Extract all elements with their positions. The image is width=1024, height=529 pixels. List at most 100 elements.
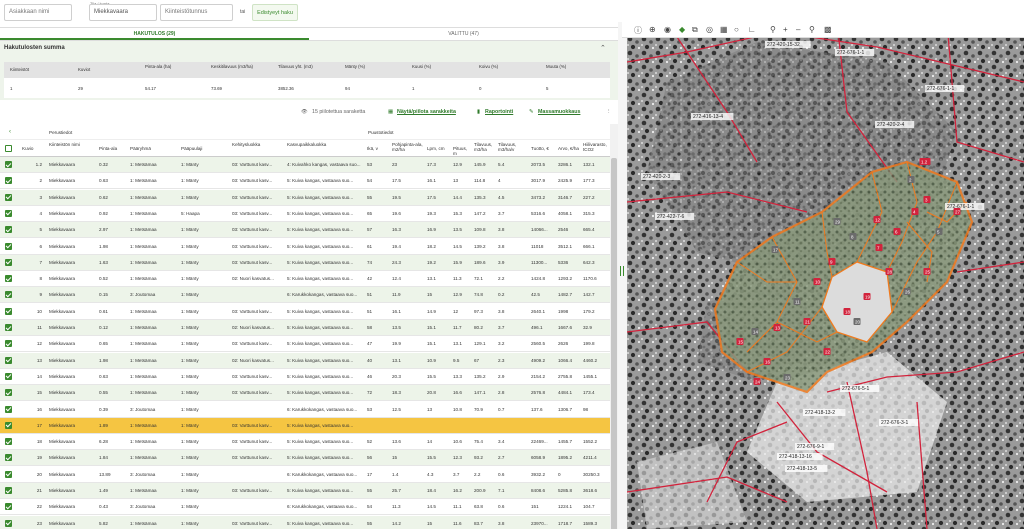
chevron-up-icon[interactable]: ⌃	[600, 44, 606, 52]
grid-scrollbar[interactable]	[610, 124, 618, 529]
column-header[interactable]: Tilavuus, m3/ha/v	[498, 142, 528, 152]
row-checkbox[interactable]	[5, 258, 12, 266]
reporting-link[interactable]: Raportointi	[485, 109, 513, 115]
parcel-label[interactable]: 272-416-13-4	[693, 114, 723, 120]
row-checkbox[interactable]	[5, 405, 12, 413]
row-checkbox[interactable]	[5, 193, 12, 201]
row-checkbox[interactable]	[5, 209, 12, 217]
info-icon[interactable]: ⓘ	[634, 25, 642, 36]
parcel-label[interactable]: 272-676-9-1	[797, 444, 824, 450]
parcel-label[interactable]: 272-418-13-16	[779, 454, 812, 460]
map-icon[interactable]: ▩	[824, 25, 832, 34]
row-checkbox[interactable]	[5, 307, 12, 315]
column-header[interactable]: Pohjapinta-ala, m2/ha	[392, 142, 424, 152]
table-row[interactable]: 7 Miekkavaara 1.63 1: Metsämaa 1: Mänty 03: V…	[0, 254, 610, 271]
table-row[interactable]: 19 Miekkavaara 1.84 1: Metsämaa 1: Mänty 03: …	[0, 450, 610, 467]
table-row[interactable]: 11 Miekkavaara 0.12 1: Metsämaa 1: Mänty 02: …	[0, 320, 610, 336]
column-header[interactable]: Arvo, €/ha	[558, 146, 581, 151]
customer-name-input[interactable]: Asiakkaan nimi	[4, 4, 72, 21]
tab-results[interactable]: HAKUTULOS (29)	[0, 28, 309, 40]
column-header[interactable]: Kehitysluokka	[232, 142, 284, 147]
locate-icon[interactable]: ⊕	[649, 25, 656, 34]
mass-edit-link[interactable]: Massamuokkaus	[538, 109, 580, 115]
table-row[interactable]: 6 Miekkavaara 1.98 1: Metsämaa 1: Mänty 03: V…	[0, 239, 610, 255]
table-row[interactable]: 14 Miekkavaara 0.63 1: Metsämaa 1: Mänty 03: …	[0, 369, 610, 385]
parcel-label[interactable]: 272-422-7-6	[657, 214, 684, 220]
row-checkbox[interactable]	[5, 340, 12, 348]
circle-icon[interactable]: ○	[734, 25, 739, 34]
table-row[interactable]: 16 Miekkavaara 0.39 3: Joutomaa 1: Mänty 6: K…	[0, 402, 610, 418]
row-checkbox[interactable]	[5, 487, 12, 494]
table-row[interactable]: 17 Miekkavaara 1.89 1: Metsämaa 1: Mänty 03: …	[0, 417, 610, 434]
parcel-label[interactable]: 272-418-13-5	[787, 466, 817, 472]
column-header[interactable]: Pinta-ala	[99, 146, 127, 151]
estate-input[interactable]: Miekkavaara	[89, 4, 157, 21]
table-row[interactable]: 15 Miekkavaara 0.55 1: Metsämaa 1: Mänty 03: …	[0, 385, 610, 402]
parcel-label[interactable]: 272-676-5-1	[842, 386, 869, 392]
select-all-checkbox[interactable]	[5, 145, 12, 152]
parcel-label[interactable]: 272-420-2-4	[877, 122, 904, 128]
map-canvas[interactable]: 272-420-15-32 272-676-1-1 272-676-1-1 272-4…	[627, 22, 1024, 529]
minus-icon[interactable]: –	[796, 25, 800, 34]
row-checkbox[interactable]	[5, 389, 12, 397]
parcel-label[interactable]: 272-676-3-1	[881, 420, 908, 426]
more-vertical-icon[interactable]: ⋮	[606, 109, 611, 115]
column-header[interactable]: Kiinteistön nimi	[49, 142, 97, 147]
layers-icon[interactable]: ◆	[679, 25, 685, 34]
table-row[interactable]: 2 Miekkavaara 0.63 1: Metsämaa 1: Mänty 03: V…	[0, 173, 610, 190]
panel-resize-handle[interactable]	[618, 22, 627, 529]
chevron-left-icon[interactable]: ‹	[9, 129, 11, 135]
table-row[interactable]: 4 Miekkavaara 0.92 1: Metsämaa 5: Haapa 03: V…	[0, 206, 610, 222]
table-row[interactable]: 21 Miekkavaara 1.49 1: Metsämaa 1: Mänty 03: …	[0, 483, 610, 499]
table-row[interactable]: 20 Miekkavaara 13.89 3: Joutomaa 1: Mänty 6: …	[0, 467, 610, 483]
parcel-label[interactable]: 272-420-2-3	[643, 174, 670, 180]
parcel-label[interactable]: 272-676-1-1	[927, 86, 954, 92]
table-row[interactable]: 1.2 Miekkavaara 0.32 1: Metsämaa 1: Mänty 03:…	[0, 157, 610, 173]
table-row[interactable]: 10 Miekkavaara 0.61 1: Metsämaa 1: Mänty 03: …	[0, 304, 610, 320]
row-checkbox[interactable]	[5, 177, 12, 185]
row-checkbox[interactable]	[5, 275, 12, 283]
copy-icon[interactable]: ⧉	[692, 25, 698, 35]
tab-selected[interactable]: VALITTU (47)	[309, 28, 618, 40]
table-row[interactable]: 22 Miekkavaara 0.43 3: Joutomaa 1: Mänty 6: K…	[0, 499, 610, 516]
table-row[interactable]: 9 Miekkavaara 0.15 3: Joutomaa 1: Mänty 6: Ka…	[0, 287, 610, 304]
row-checkbox[interactable]	[5, 421, 12, 429]
row-checkbox[interactable]	[5, 242, 12, 250]
palette-icon[interactable]: ◉	[664, 25, 671, 34]
resize-grip-icon[interactable]	[620, 266, 624, 276]
column-header[interactable]: Hiilivarasto, tCO2	[583, 142, 609, 152]
column-header[interactable]: Kasvupaikkaluokka	[287, 142, 365, 147]
row-checkbox[interactable]	[5, 291, 12, 299]
show-hide-columns-link[interactable]: Näytä/piilota sarakkeita	[397, 109, 456, 115]
column-header[interactable]: Kuvio	[22, 146, 42, 151]
table-row[interactable]: 13 Miekkavaara 1.98 1: Metsämaa 1: Mänty 02: …	[0, 352, 610, 369]
grid-icon[interactable]: ▦	[720, 25, 728, 34]
column-header[interactable]: Ikä, v	[367, 146, 389, 151]
row-checkbox[interactable]	[5, 454, 12, 462]
column-header[interactable]: Lpm, cm	[427, 146, 451, 151]
map-view[interactable]: 272-420-15-32 272-676-1-1 272-676-1-1 272-4…	[627, 22, 1024, 529]
plus-icon[interactable]: +	[783, 25, 788, 34]
table-row[interactable]: 5 Miekkavaara 2.97 1: Metsämaa 1: Mänty 03: V…	[0, 222, 610, 239]
row-checkbox[interactable]	[5, 438, 12, 446]
column-header[interactable]: Pituus, m	[453, 146, 471, 156]
row-checkbox[interactable]	[5, 470, 12, 478]
row-checkbox[interactable]	[5, 356, 12, 364]
column-header[interactable]: Tilavuus, m3/ha	[474, 142, 496, 152]
chart-axes-icon[interactable]: ∟	[748, 25, 756, 34]
row-checkbox[interactable]	[5, 324, 12, 331]
column-header[interactable]: Pääryhmä	[130, 146, 178, 151]
parcel-label[interactable]: 272-676-1-1	[947, 204, 974, 210]
row-checkbox[interactable]	[5, 503, 12, 511]
table-row[interactable]: 18 Miekkavaara 6.28 1: Metsämaa 1: Mänty 03: …	[0, 434, 610, 451]
row-checkbox[interactable]	[5, 226, 12, 234]
table-row[interactable]: 8 Miekkavaara 0.52 1: Metsämaa 1: Mänty 02: N…	[0, 271, 610, 288]
parcel-label[interactable]: 272-676-1-1	[837, 50, 864, 56]
column-header[interactable]: Pääpuulaji	[181, 146, 229, 151]
parcel-label[interactable]: 272-420-15-32	[767, 42, 800, 48]
parcel-label[interactable]: 272-418-13-2	[805, 410, 835, 416]
row-checkbox[interactable]	[5, 372, 12, 380]
zoom-icon[interactable]: ⚲	[770, 25, 776, 34]
row-checkbox[interactable]	[5, 161, 12, 168]
table-row[interactable]: 12 Miekkavaara 0.65 1: Metsämaa 1: Mänty 03: …	[0, 336, 610, 353]
